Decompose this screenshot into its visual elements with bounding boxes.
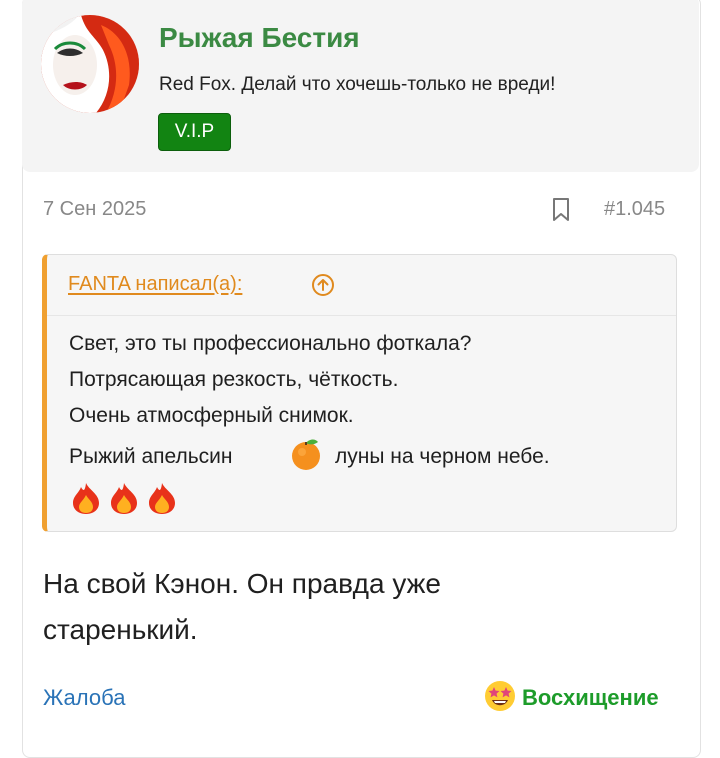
user-avatar[interactable] bbox=[41, 15, 139, 113]
user-title: Red Fox. Делай что хочешь-только не вред… bbox=[159, 74, 556, 95]
username[interactable]: Рыжая Бестия bbox=[159, 22, 360, 54]
quote-header: FANTA написал(а): bbox=[47, 255, 676, 316]
reaction-button[interactable]: Восхищение bbox=[484, 680, 659, 717]
post-body-line: старенький. bbox=[43, 614, 198, 645]
orange-emoji bbox=[289, 437, 323, 471]
post-number[interactable]: #1.045 bbox=[604, 198, 665, 221]
star-struck-emoji bbox=[484, 680, 516, 717]
avatar-image bbox=[41, 15, 139, 113]
fire-emoji bbox=[149, 483, 175, 514]
reaction-label: Восхищение bbox=[522, 685, 659, 710]
fire-emoji bbox=[73, 483, 99, 514]
fire-emoji-row bbox=[69, 481, 189, 515]
quote-line: Очень атмосферный снимок. bbox=[69, 404, 354, 427]
report-link[interactable]: Жалоба bbox=[43, 685, 125, 711]
post-body-line: На свой Кэнон. Он правда уже bbox=[43, 568, 441, 599]
quote-author-link[interactable]: FANTA написал(а): bbox=[68, 273, 242, 296]
quote-line: Свет, это ты профессионально фоткала? bbox=[69, 332, 472, 355]
quote-line-end: луны на черном небе. bbox=[335, 445, 550, 468]
vip-badge: V.I.P bbox=[158, 113, 231, 151]
quote-line-start: Рыжий апельсин bbox=[69, 445, 233, 468]
post-date[interactable]: 7 Сен 2025 bbox=[43, 198, 146, 221]
quote-line: Потрясающая резкость, чёткость. bbox=[69, 368, 399, 391]
bookmark-icon[interactable] bbox=[550, 197, 572, 223]
quote-block: FANTA написал(а): Свет, это ты профессио… bbox=[42, 254, 677, 532]
arrow-up-circle-icon[interactable] bbox=[311, 273, 335, 297]
fire-emoji bbox=[111, 483, 137, 514]
